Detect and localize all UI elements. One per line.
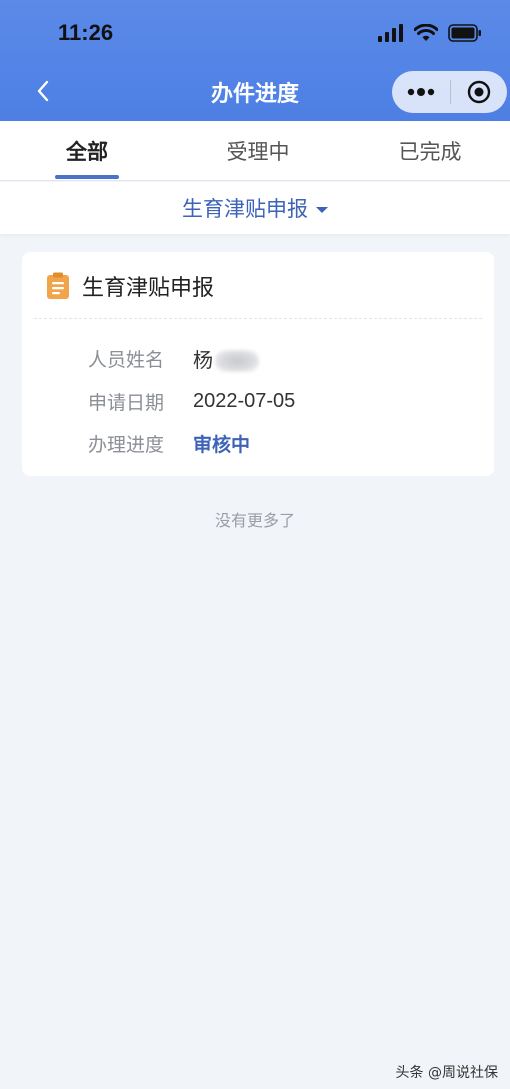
mini-program-capsule: [392, 71, 507, 113]
list-end-text: 没有更多了: [214, 511, 295, 530]
watermark: 头条 @周说社保: [395, 1065, 498, 1081]
row-value: 杨: [193, 344, 259, 373]
apply-date: 2022-07-05: [193, 389, 296, 412]
status-icons: [378, 24, 482, 42]
card-title: 生育津贴申报: [82, 276, 215, 301]
caret-down-icon: [316, 206, 328, 213]
tab-completed[interactable]: 已完成: [365, 121, 495, 181]
top-header: 11:26 办件进度: [0, 0, 510, 121]
signal-icon: [378, 24, 403, 42]
target-icon: [467, 80, 491, 104]
tab-bar: 全部 受理中 已完成: [0, 121, 510, 181]
active-tab-indicator: [55, 175, 119, 179]
row-person-name: 人员姓名 杨: [88, 343, 259, 373]
status-badge: 审核中: [193, 433, 251, 456]
person-name: 杨: [193, 349, 213, 372]
row-label: 办理进度: [88, 433, 165, 456]
redaction-blur: [215, 350, 259, 373]
row-label: 人员姓名: [88, 348, 165, 371]
card-header: 生育津贴申报: [46, 270, 214, 302]
card-divider: [34, 318, 482, 319]
row-label: 申请日期: [88, 391, 165, 414]
application-card[interactable]: 生育津贴申报 人员姓名 杨 申请日期 2022-07-05 办理进度 审核中: [22, 252, 494, 476]
more-button[interactable]: [392, 71, 450, 113]
wifi-icon: [414, 24, 438, 41]
tab-all[interactable]: 全部: [22, 121, 152, 181]
document-icon: [47, 272, 69, 299]
row-apply-date: 申请日期 2022-07-05: [88, 386, 295, 416]
close-mini-program-button[interactable]: [451, 71, 507, 113]
filter-label: 生育津贴申报: [182, 197, 308, 221]
category-filter[interactable]: 生育津贴申报: [0, 182, 510, 234]
status-time: 11:26: [58, 20, 114, 45]
more-icon: [407, 88, 435, 96]
tab-processing[interactable]: 受理中: [193, 121, 323, 181]
battery-icon: [448, 24, 481, 42]
row-progress: 办理进度 审核中: [88, 428, 250, 458]
